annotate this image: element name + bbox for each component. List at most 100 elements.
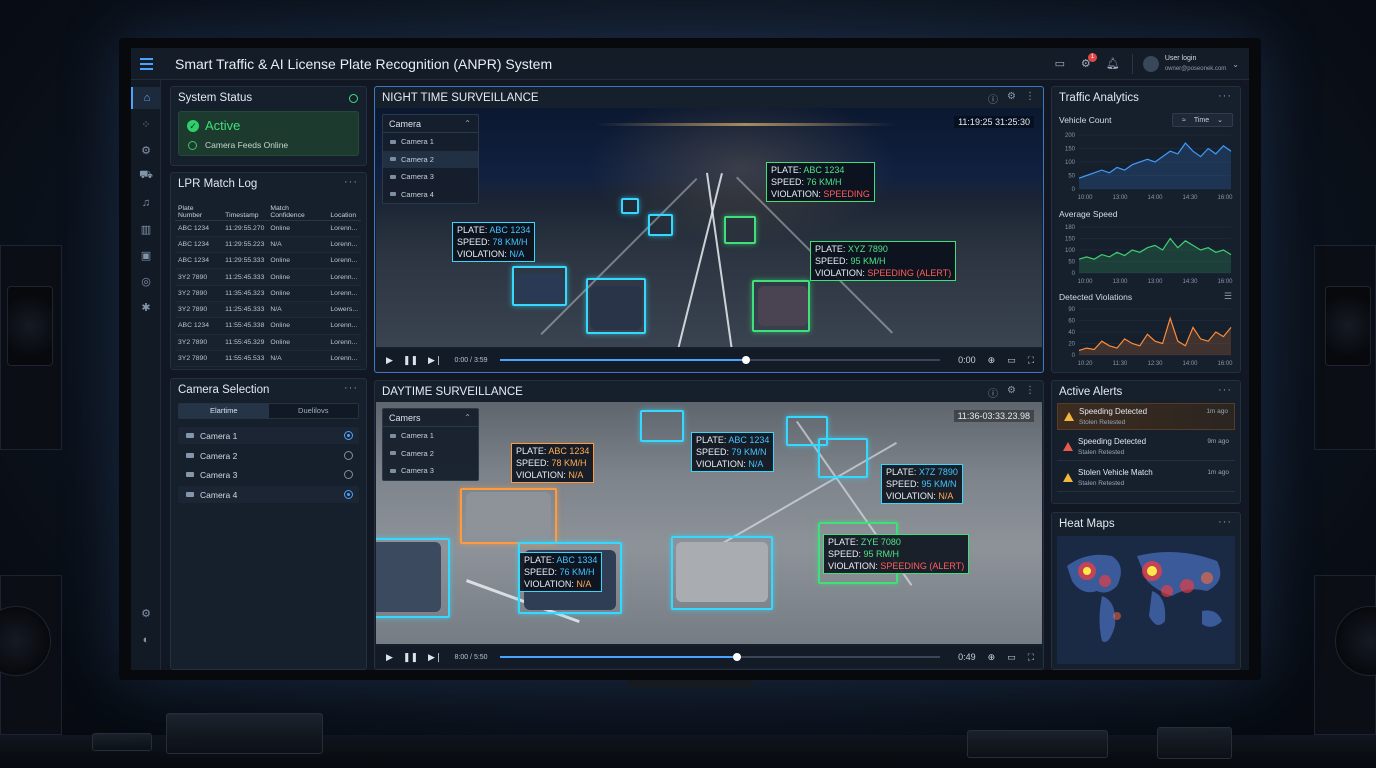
chevron-up-icon[interactable]: ⌃ xyxy=(464,115,471,133)
video-icon[interactable]: ▣ xyxy=(131,244,161,266)
more-icon[interactable]: ⋮ xyxy=(1025,385,1035,400)
radio-button[interactable] xyxy=(344,451,353,460)
more-icon[interactable]: ··· xyxy=(344,176,358,188)
alert-item[interactable]: Speeding Detected Stolen Retested 1m ago xyxy=(1057,403,1235,430)
table-row[interactable]: 3Y2 7890 11:55:45.533 N/A Lorenn... xyxy=(175,350,361,368)
alert-item[interactable]: Speeding Detected Stalen Retested 9m ago xyxy=(1057,434,1235,461)
table-row[interactable]: ABC 1234 11:29:55.333 Online Lorenn... xyxy=(175,252,361,270)
settings-icon[interactable]: ⚙ xyxy=(131,602,161,624)
target-icon[interactable]: ⊕ xyxy=(988,355,996,366)
radio-button[interactable] xyxy=(344,431,353,440)
settings-icon[interactable]: ⚙ xyxy=(1007,91,1016,106)
chat-icon[interactable]: ▭ xyxy=(1054,58,1066,70)
fullscreen-icon[interactable]: ⛶ xyxy=(1028,355,1034,366)
play-icon[interactable]: ▶ xyxy=(386,355,393,366)
alert-item[interactable]: Stolen Vehicle Match Stalen Retested 1m … xyxy=(1057,465,1235,492)
grid-icon[interactable]: ⁘ xyxy=(131,113,161,135)
col-header[interactable]: Plate Number xyxy=(175,200,223,221)
detection-box[interactable] xyxy=(786,416,828,446)
progress-bar[interactable] xyxy=(499,356,940,364)
pause-icon[interactable]: ❚❚ xyxy=(403,355,418,366)
more-icon[interactable]: ··· xyxy=(1218,384,1232,396)
dropdown-option[interactable]: Camera 1 xyxy=(383,133,478,151)
help-icon[interactable]: ◐ xyxy=(131,629,161,651)
table-row[interactable]: 3Y2 7890 11:25:45.333 Online Lorenn... xyxy=(175,268,361,286)
info-icon[interactable]: ⓘ xyxy=(988,91,998,106)
heat-map[interactable] xyxy=(1057,536,1235,664)
dropdown-option[interactable]: Camera 2 xyxy=(383,445,478,463)
left-speaker xyxy=(0,245,62,450)
detection-box[interactable] xyxy=(648,214,673,236)
col-header[interactable]: Match Confidence xyxy=(267,200,328,221)
detection-box[interactable] xyxy=(460,488,557,544)
more-icon[interactable]: ⋮ xyxy=(1025,91,1035,106)
progress-knob[interactable] xyxy=(741,356,750,364)
menu-icon[interactable] xyxy=(131,57,161,70)
detection-box[interactable] xyxy=(752,280,810,332)
time-dropdown[interactable]: ≈ Time ⌄ xyxy=(1172,113,1233,127)
camera-row-2[interactable]: Camera 2 xyxy=(178,447,359,464)
dropdown-option[interactable]: Camera 1 xyxy=(383,427,478,445)
pause-icon[interactable]: ❚❚ xyxy=(403,652,418,663)
progress-knob[interactable] xyxy=(733,653,742,661)
camera-row-3[interactable]: Camera 3 xyxy=(178,466,359,483)
plate-value: ABC 1234 xyxy=(728,435,770,445)
tab-elartime[interactable]: Elartime xyxy=(179,404,269,418)
bell-icon[interactable]: 🔔︎ xyxy=(1106,58,1120,70)
detection-box[interactable] xyxy=(621,198,639,214)
table-row[interactable]: 3Y2 7890 11:55:45.329 Online Lorenn... xyxy=(175,334,361,351)
detection-box[interactable] xyxy=(376,538,450,618)
skip-icon[interactable]: ▶❘ xyxy=(428,355,442,366)
settings-notification-icon[interactable]: ⚙ 1 xyxy=(1080,53,1097,70)
home-icon[interactable]: ⌂ xyxy=(131,87,161,109)
col-header[interactable]: Timestamp xyxy=(222,200,268,221)
globe-icon[interactable]: ◎ xyxy=(131,270,161,292)
play-icon[interactable]: ▶ xyxy=(386,652,393,663)
chevron-up-icon[interactable]: ⌃ xyxy=(464,409,471,427)
radio-button[interactable] xyxy=(344,470,353,479)
skip-icon[interactable]: ▶❘ xyxy=(428,652,442,663)
camera-row-4[interactable]: Camera 4 xyxy=(178,486,359,503)
chevron-down-icon[interactable]: ⌄ xyxy=(1232,60,1239,69)
radio-button[interactable] xyxy=(344,490,353,499)
settings-cog-icon[interactable]: ⚙ xyxy=(131,139,161,161)
user-menu[interactable]: User login owner@poseonek.com ⌄ xyxy=(1131,54,1239,74)
table-row[interactable]: 3Y2 7890 11:25:45.333 N/A Lowers... xyxy=(175,301,361,319)
fullscreen-icon[interactable]: ⛶ xyxy=(1028,652,1034,663)
caption-icon[interactable]: ▭ xyxy=(1007,652,1016,663)
caption-icon[interactable]: ▭ xyxy=(1007,355,1016,366)
gear-icon[interactable]: ✱ xyxy=(131,296,161,318)
table-row[interactable]: ABC 1234 11:29:55.223 N/A Lorenn... xyxy=(175,236,361,254)
more-icon[interactable]: ··· xyxy=(1218,516,1232,528)
dropdown-option[interactable]: Camera 3 xyxy=(383,168,478,186)
car-icon[interactable]: ⛟ xyxy=(131,165,161,187)
camera-dropdown[interactable]: Camers ⌃ Camera 1 Camera 2 Camera 3 xyxy=(382,408,479,481)
detection-box[interactable] xyxy=(640,410,684,442)
info-icon[interactable]: ⓘ xyxy=(988,385,998,400)
detection-box[interactable] xyxy=(586,278,646,334)
tab-duelilovs[interactable]: Duelilovs xyxy=(269,404,359,418)
more-icon[interactable]: ··· xyxy=(344,382,358,394)
camera-dropdown[interactable]: Camera ⌃ Camera 1 Camera 2 Camera 3 Camer… xyxy=(382,114,479,204)
detection-box[interactable] xyxy=(512,266,567,306)
bell-icon[interactable]: ♫ xyxy=(131,192,161,214)
dropdown-option[interactable]: Camera 4 xyxy=(383,186,478,204)
camera-row-1[interactable]: Camera 1 xyxy=(178,427,359,444)
settings-icon[interactable]: ⚙ xyxy=(1007,385,1016,400)
more-icon[interactable]: ··· xyxy=(1218,90,1232,102)
dropdown-option[interactable]: Camera 3 xyxy=(383,462,478,480)
target-icon[interactable]: ⊕ xyxy=(988,652,996,663)
day-video-feed[interactable]: PLATE: ABC 1234 SPEED: 78 KM/H VIOLATION… xyxy=(376,402,1042,644)
detection-box[interactable] xyxy=(671,536,773,610)
list-icon[interactable]: ☰ xyxy=(1224,291,1232,302)
dropdown-option[interactable]: Camera 2 xyxy=(383,150,478,168)
detection-box[interactable] xyxy=(724,216,756,244)
progress-bar[interactable] xyxy=(499,653,940,661)
table-row[interactable]: ABC 1234 11:55:45.338 Online Lorenn... xyxy=(175,317,361,335)
x-tick-label: 16:00 xyxy=(1217,195,1233,201)
col-header[interactable]: Location xyxy=(327,200,361,221)
table-row[interactable]: 3Y2 7890 11:35:45.323 Online Lorenn... xyxy=(175,285,361,302)
bar-chart-icon[interactable]: ▥ xyxy=(131,218,161,240)
night-video-feed[interactable]: PLATE: ABC 1234 SPEED: 78 KM/H VIOLATION… xyxy=(376,108,1042,347)
table-row[interactable]: ABC 1234 11:29:55.270 Online Lorenn... xyxy=(175,220,361,237)
